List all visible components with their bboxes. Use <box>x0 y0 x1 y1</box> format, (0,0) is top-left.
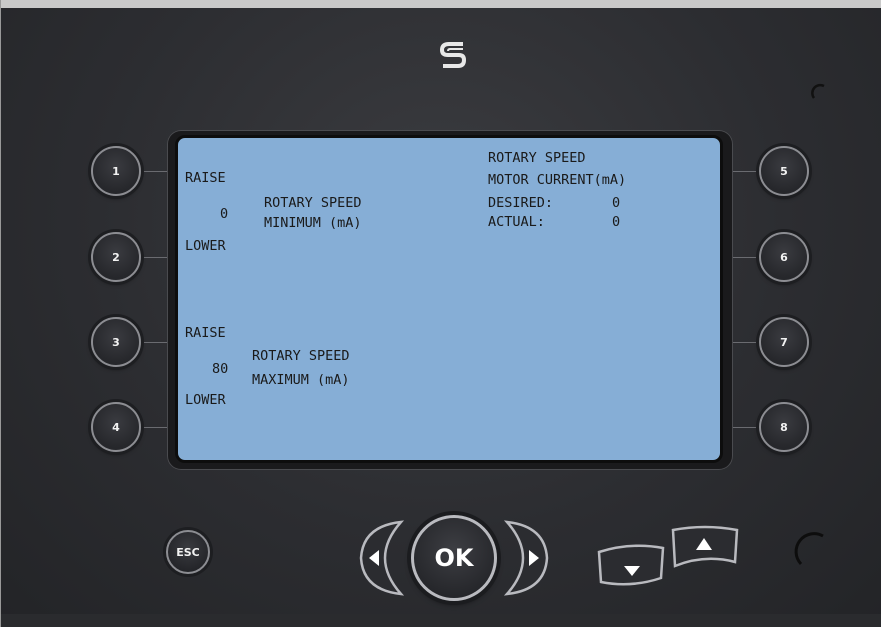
min-speed-value: 0 <box>220 206 229 222</box>
esc-button[interactable]: ESC <box>166 530 210 574</box>
softkey-3-button[interactable]: 3 <box>91 317 141 367</box>
desired-value: 0 <box>612 195 621 211</box>
up-button[interactable] <box>669 524 741 576</box>
softkey-5-button[interactable]: 5 <box>759 146 809 196</box>
status-title-line1: ROTARY SPEED <box>488 150 586 166</box>
softkey-2-button[interactable]: 2 <box>91 232 141 282</box>
softkey-8-button[interactable]: 8 <box>759 402 809 452</box>
ok-button[interactable]: OK <box>411 515 497 601</box>
min-speed-title-line1: ROTARY SPEED <box>264 195 362 211</box>
notch-decoration-icon <box>794 532 824 566</box>
actual-label: ACTUAL: <box>488 214 545 230</box>
max-speed-value: 80 <box>212 361 229 377</box>
lcd-screen: RAISE 0 LOWER ROTARY SPEED MINIMUM (mA) … <box>175 135 723 463</box>
softkey-4-button[interactable]: 4 <box>91 402 141 452</box>
min-speed-title-line2: MINIMUM (mA) <box>264 215 362 231</box>
top-edge <box>1 0 881 8</box>
desired-label: DESIRED: <box>488 195 554 211</box>
bottom-edge <box>1 614 881 627</box>
softkey-7-button[interactable]: 7 <box>759 317 809 367</box>
lower-label: LOWER <box>185 238 226 254</box>
status-title-line2: MOTOR CURRENT(mA) <box>488 172 627 188</box>
softkey-6-button[interactable]: 6 <box>759 232 809 282</box>
control-panel-device: RAISE 0 LOWER ROTARY SPEED MINIMUM (mA) … <box>0 0 881 627</box>
s-logo-icon <box>440 42 466 68</box>
right-arrow-button[interactable] <box>501 518 553 598</box>
lower-label: LOWER <box>185 392 226 408</box>
left-arrow-button[interactable] <box>355 518 407 598</box>
softkey-1-button[interactable]: 1 <box>91 146 141 196</box>
max-speed-title-line2: MAXIMUM (mA) <box>252 372 350 388</box>
actual-value: 0 <box>612 214 621 230</box>
max-speed-title-line1: ROTARY SPEED <box>252 348 350 364</box>
raise-label: RAISE <box>185 170 226 186</box>
raise-label: RAISE <box>185 325 226 341</box>
down-button[interactable] <box>595 538 667 588</box>
notch-decoration-icon <box>811 83 825 99</box>
